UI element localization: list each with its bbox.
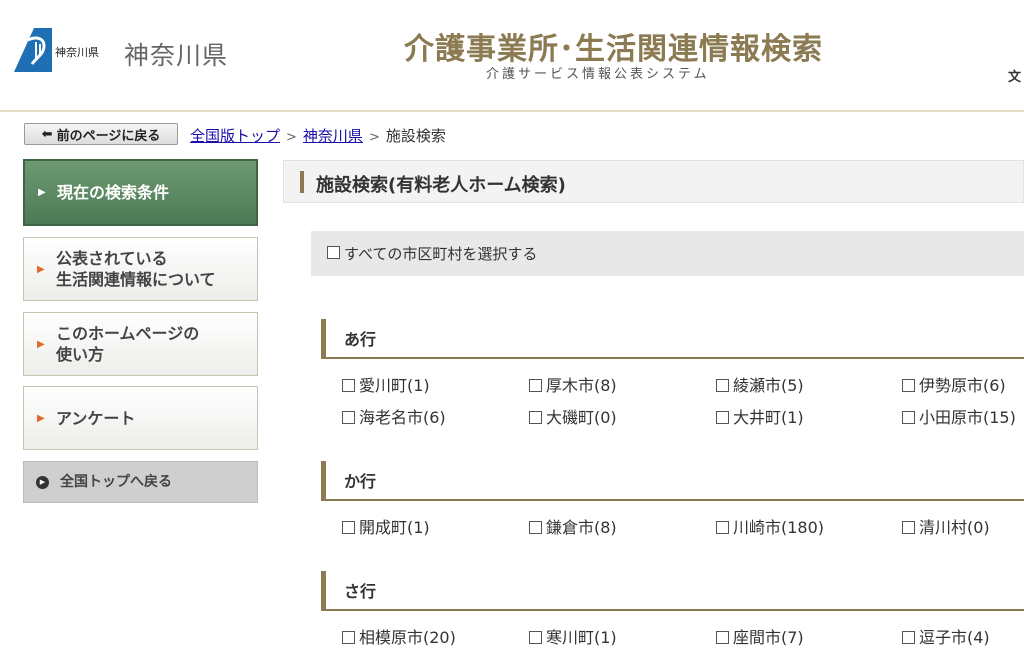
play-circle-icon: ▶ <box>36 475 49 489</box>
city-label: 寒川町(1) <box>546 628 617 647</box>
sidebar-item-label: 公表されている 生活関連情報について <box>56 248 216 290</box>
section-header-ka: か行 <box>321 461 1024 501</box>
city-checkbox[interactable] <box>716 379 729 392</box>
city-checkbox-item[interactable]: 綾瀬市(5) <box>716 372 804 396</box>
prefecture-name: 神奈川県 <box>124 41 229 70</box>
breadcrumb-kanagawa[interactable]: 神奈川県 <box>303 127 363 145</box>
sidebar-item-label: 現在の検索条件 <box>57 183 170 202</box>
sidebar-item-current-conditions[interactable]: ▶ 現在の検索条件 <box>23 159 258 226</box>
city-checkbox-item[interactable]: 川崎市(180) <box>716 514 824 538</box>
city-checkbox[interactable] <box>342 631 355 644</box>
city-checkbox[interactable] <box>342 521 355 534</box>
select-all-row[interactable]: すべての市区町村を選択する <box>311 231 1024 276</box>
sidebar-item-label: 全国トップへ戻る <box>60 473 172 490</box>
city-checkbox[interactable] <box>902 379 915 392</box>
triangle-right-icon: ▶ <box>37 338 45 350</box>
sidebar-item-label: アンケート <box>56 408 136 428</box>
city-label: 相模原市(20) <box>359 628 456 647</box>
sidebar-item-living-info[interactable]: ▶ 公表されている 生活関連情報について <box>23 237 258 301</box>
logo-caption: 神奈川県 <box>55 46 99 59</box>
select-all-checkbox[interactable] <box>327 246 340 259</box>
triangle-right-icon: ▶ <box>38 187 46 198</box>
city-checkbox-item[interactable]: 開成町(1) <box>342 514 430 538</box>
sidebar-item-label-line2: 生活関連情報について <box>56 270 216 289</box>
breadcrumb-separator: > <box>368 130 380 145</box>
city-label: 海老名市(6) <box>359 408 446 427</box>
city-label: 逗子市(4) <box>919 628 990 647</box>
city-checkbox[interactable] <box>902 521 915 534</box>
sidebar-item-label-line1: 公表されている <box>56 249 168 268</box>
city-checkbox-item[interactable]: 伊勢原市(6) <box>902 372 1006 396</box>
city-label: 開成町(1) <box>359 518 430 537</box>
city-checkbox[interactable] <box>529 631 542 644</box>
city-checkbox[interactable] <box>902 411 915 424</box>
sidebar-item-label-line2: 使い方 <box>56 345 105 364</box>
city-label: 大井町(1) <box>733 408 804 427</box>
text-size-label[interactable]: 文 <box>1008 66 1021 85</box>
section-header-sa: さ行 <box>321 571 1024 611</box>
arrow-left-icon: ⬅ <box>41 126 53 142</box>
city-label: 鎌倉市(8) <box>546 518 617 537</box>
city-checkbox-item[interactable]: 逗子市(4) <box>902 624 990 648</box>
city-checkbox[interactable] <box>529 379 542 392</box>
city-label: 綾瀬市(5) <box>733 376 804 395</box>
sidebar-item-back-to-national-top[interactable]: ▶ 全国トップへ戻る <box>23 461 258 503</box>
city-checkbox-item[interactable]: 座間市(7) <box>716 624 804 648</box>
triangle-right-icon: ▶ <box>37 412 45 424</box>
breadcrumb-separator: > <box>286 130 297 145</box>
site-subtitle: 介護サービス情報公表システム <box>486 67 710 82</box>
city-checkbox-item[interactable]: 寒川町(1) <box>529 624 617 648</box>
city-checkbox[interactable] <box>342 379 355 392</box>
triangle-right-icon: ▶ <box>37 263 45 275</box>
city-checkbox-item[interactable]: 清川村(0) <box>902 514 990 538</box>
city-checkbox[interactable] <box>716 631 729 644</box>
title-accent-bar <box>300 171 304 193</box>
city-checkbox[interactable] <box>716 411 729 424</box>
city-label: 清川村(0) <box>919 518 990 537</box>
city-checkbox[interactable] <box>342 411 355 424</box>
back-button-label: 前のページに戻る <box>56 128 161 144</box>
sidebar-item-label-line1: このホームページの <box>56 324 200 343</box>
sidebar-item-how-to-use[interactable]: ▶ このホームページの 使い方 <box>23 312 258 376</box>
breadcrumb-current: 施設検索 <box>385 127 446 145</box>
city-checkbox[interactable] <box>716 521 729 534</box>
city-checkbox-item[interactable]: 厚木市(8) <box>529 372 617 396</box>
breadcrumb-national-top[interactable]: 全国版トップ <box>190 127 280 145</box>
sidebar-item-label: このホームページの 使い方 <box>56 323 199 365</box>
site-header: 神奈川県 神奈川県 介護事業所･生活関連情報検索 介護サービス情報公表システム … <box>0 0 1024 112</box>
city-checkbox[interactable] <box>902 631 915 644</box>
city-checkbox[interactable] <box>529 411 542 424</box>
city-checkbox[interactable] <box>529 521 542 534</box>
breadcrumb-bar: ⬅ 前のページに戻る 全国版トップ > 神奈川県 > 施設検索 <box>0 113 1024 155</box>
select-all-label: すべての市区町村を選択する <box>344 245 538 263</box>
back-button[interactable]: ⬅ 前のページに戻る <box>24 123 178 145</box>
city-checkbox-item[interactable]: 大磯町(0) <box>529 404 617 428</box>
city-checkbox-item[interactable]: 小田原市(15) <box>902 404 1016 428</box>
section-header-a: あ行 <box>321 319 1024 359</box>
city-label: 小田原市(15) <box>919 408 1016 427</box>
sidebar-item-survey[interactable]: ▶ アンケート <box>23 386 258 450</box>
page-title-bar: 施設検索(有料老人ホーム検索) <box>283 160 1024 203</box>
city-checkbox-item[interactable]: 大井町(1) <box>716 404 804 428</box>
breadcrumb: 全国版トップ > 神奈川県 > 施設検索 <box>190 125 446 146</box>
city-label: 座間市(7) <box>733 628 804 647</box>
city-label: 川崎市(180) <box>733 518 825 537</box>
city-label: 大磯町(0) <box>546 408 617 427</box>
site-title[interactable]: 介護事業所･生活関連情報検索 <box>404 24 823 68</box>
page-title: 施設検索(有料老人ホーム検索) <box>316 175 566 196</box>
city-label: 愛川町(1) <box>359 376 430 395</box>
city-checkbox-item[interactable]: 愛川町(1) <box>342 372 430 396</box>
city-label: 伊勢原市(6) <box>919 376 1006 395</box>
kanagawa-logo-icon[interactable] <box>14 28 52 72</box>
city-checkbox-item[interactable]: 鎌倉市(8) <box>529 514 617 538</box>
city-checkbox-item[interactable]: 相模原市(20) <box>342 624 456 648</box>
city-checkbox-item[interactable]: 海老名市(6) <box>342 404 446 428</box>
city-label: 厚木市(8) <box>546 376 617 395</box>
